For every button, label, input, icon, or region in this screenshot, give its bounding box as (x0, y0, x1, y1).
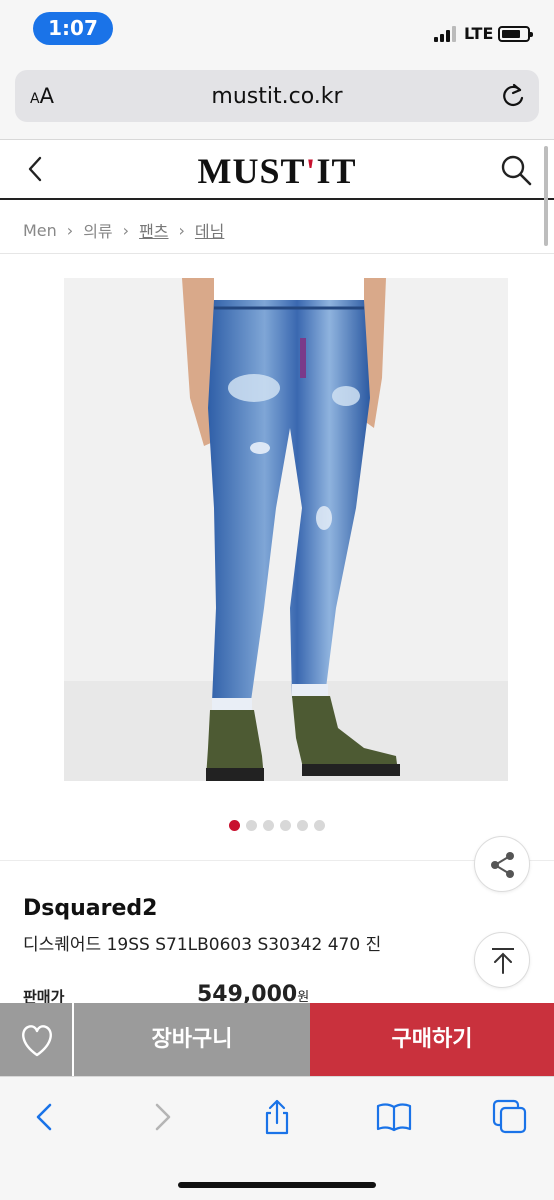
arrow-up-to-top-icon (492, 948, 514, 974)
product-name: 디스퀘어드 19SS S71LB0603 S30342 470 진 (23, 935, 382, 955)
address-bar[interactable]: AA mustit.co.kr (15, 70, 539, 122)
divider (0, 860, 554, 861)
status-bar: 1:07 LTE (0, 0, 554, 56)
share-icon (491, 852, 514, 878)
book-icon[interactable] (374, 1097, 414, 1137)
battery-icon (498, 26, 533, 42)
page-scrollbar (544, 146, 548, 246)
breadcrumb-item-men[interactable]: Men (23, 221, 57, 240)
share-sheet-icon[interactable] (257, 1097, 297, 1137)
battery-level (502, 30, 520, 38)
cellular-signal-icon (434, 26, 460, 42)
carousel-dot[interactable] (229, 820, 240, 831)
breadcrumb-separator-icon: › (178, 220, 185, 240)
product-image[interactable] (64, 278, 508, 781)
breadcrumb-item-denim[interactable]: 데님 (195, 218, 224, 242)
wishlist-button[interactable] (0, 1003, 74, 1076)
browser-address-area: AA mustit.co.kr (0, 56, 554, 140)
carousel-dot[interactable] (314, 820, 325, 831)
purchase-action-bar: 장바구니 구매하기 (0, 1003, 554, 1076)
reload-icon[interactable] (499, 82, 527, 110)
breadcrumb: Men › 의류 › 팬츠 › 데님 (23, 218, 224, 242)
tabs-icon[interactable] (490, 1097, 530, 1137)
product-brand[interactable]: Dsquared2 (23, 896, 157, 921)
forward-arrow-icon[interactable] (141, 1097, 181, 1137)
network-type: LTE (464, 24, 494, 43)
scroll-to-top-button[interactable] (474, 932, 530, 988)
status-time: 1:07 (33, 12, 113, 45)
carousel-dot[interactable] (246, 820, 257, 831)
carousel-dot[interactable] (263, 820, 274, 831)
breadcrumb-item-clothing[interactable]: 의류 (83, 218, 112, 242)
url-text[interactable]: mustit.co.kr (15, 84, 539, 109)
carousel-dot[interactable] (297, 820, 308, 831)
back-arrow-icon[interactable] (26, 1097, 66, 1137)
home-indicator[interactable] (178, 1182, 376, 1188)
browser-toolbar (0, 1076, 554, 1200)
carousel-dot[interactable] (280, 820, 291, 831)
site-logo[interactable]: MUST'IT (0, 150, 554, 192)
search-icon[interactable] (498, 152, 534, 188)
jeans-illustration (182, 278, 400, 781)
carousel-indicator (0, 820, 554, 831)
buy-now-button[interactable]: 구매하기 (310, 1003, 554, 1076)
site-header: MUST'IT (0, 140, 554, 200)
share-button[interactable] (474, 836, 530, 892)
divider (0, 253, 554, 254)
breadcrumb-separator-icon: › (66, 220, 74, 240)
heart-icon (22, 1025, 52, 1057)
add-to-cart-button[interactable]: 장바구니 (74, 1003, 310, 1076)
breadcrumb-separator-icon: › (122, 220, 130, 240)
breadcrumb-item-pants[interactable]: 팬츠 (139, 218, 168, 242)
